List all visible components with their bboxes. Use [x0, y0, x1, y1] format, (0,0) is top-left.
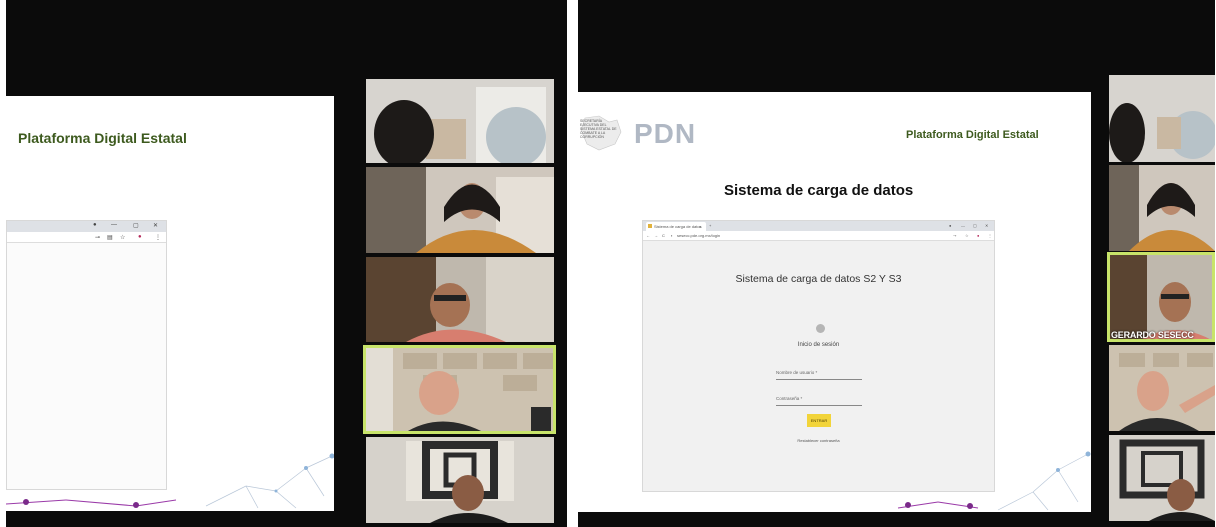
- participant-video: [363, 345, 556, 434]
- participant-tile-4[interactable]: [1109, 345, 1215, 431]
- participant-video: [1109, 165, 1215, 251]
- participant-video: [1109, 345, 1215, 431]
- participant-video: [366, 437, 554, 523]
- participant-tile-2[interactable]: [366, 167, 554, 253]
- participant-tile-active-speaker[interactable]: [363, 345, 556, 434]
- meeting-screen-right: SECRETARÍA EJECUTIVA DEL SISTEMA ESTATAL…: [578, 0, 1215, 527]
- participant-tile-3[interactable]: [366, 257, 554, 342]
- participant-tile-2[interactable]: [1109, 165, 1215, 251]
- participant-video: [366, 257, 554, 342]
- participant-tile-1[interactable]: [366, 79, 554, 163]
- network-decoration: [6, 453, 334, 509]
- network-decoration: [897, 451, 1091, 511]
- participant-video: [366, 167, 554, 253]
- participant-video: [1109, 435, 1215, 521]
- shared-slide: Plataforma Digital Estatal ● — ▢ ✕ ⊸ ▤ ☆…: [6, 96, 334, 511]
- participant-tile-5[interactable]: [366, 437, 554, 523]
- shared-slide: SECRETARÍA EJECUTIVA DEL SISTEMA ESTATAL…: [578, 92, 1091, 512]
- participant-video: [1107, 252, 1215, 342]
- meeting-screen-left: Plataforma Digital Estatal ● — ▢ ✕ ⊸ ▤ ☆…: [6, 0, 567, 527]
- participant-name-label: GERARDO SESECC: [1111, 330, 1194, 340]
- participant-video: [366, 79, 554, 163]
- participant-tile-active-speaker[interactable]: GERARDO SESECC: [1107, 252, 1215, 342]
- participant-video: [1109, 75, 1215, 162]
- participant-tile-1[interactable]: [1109, 75, 1215, 162]
- participant-tile-5[interactable]: [1109, 435, 1215, 521]
